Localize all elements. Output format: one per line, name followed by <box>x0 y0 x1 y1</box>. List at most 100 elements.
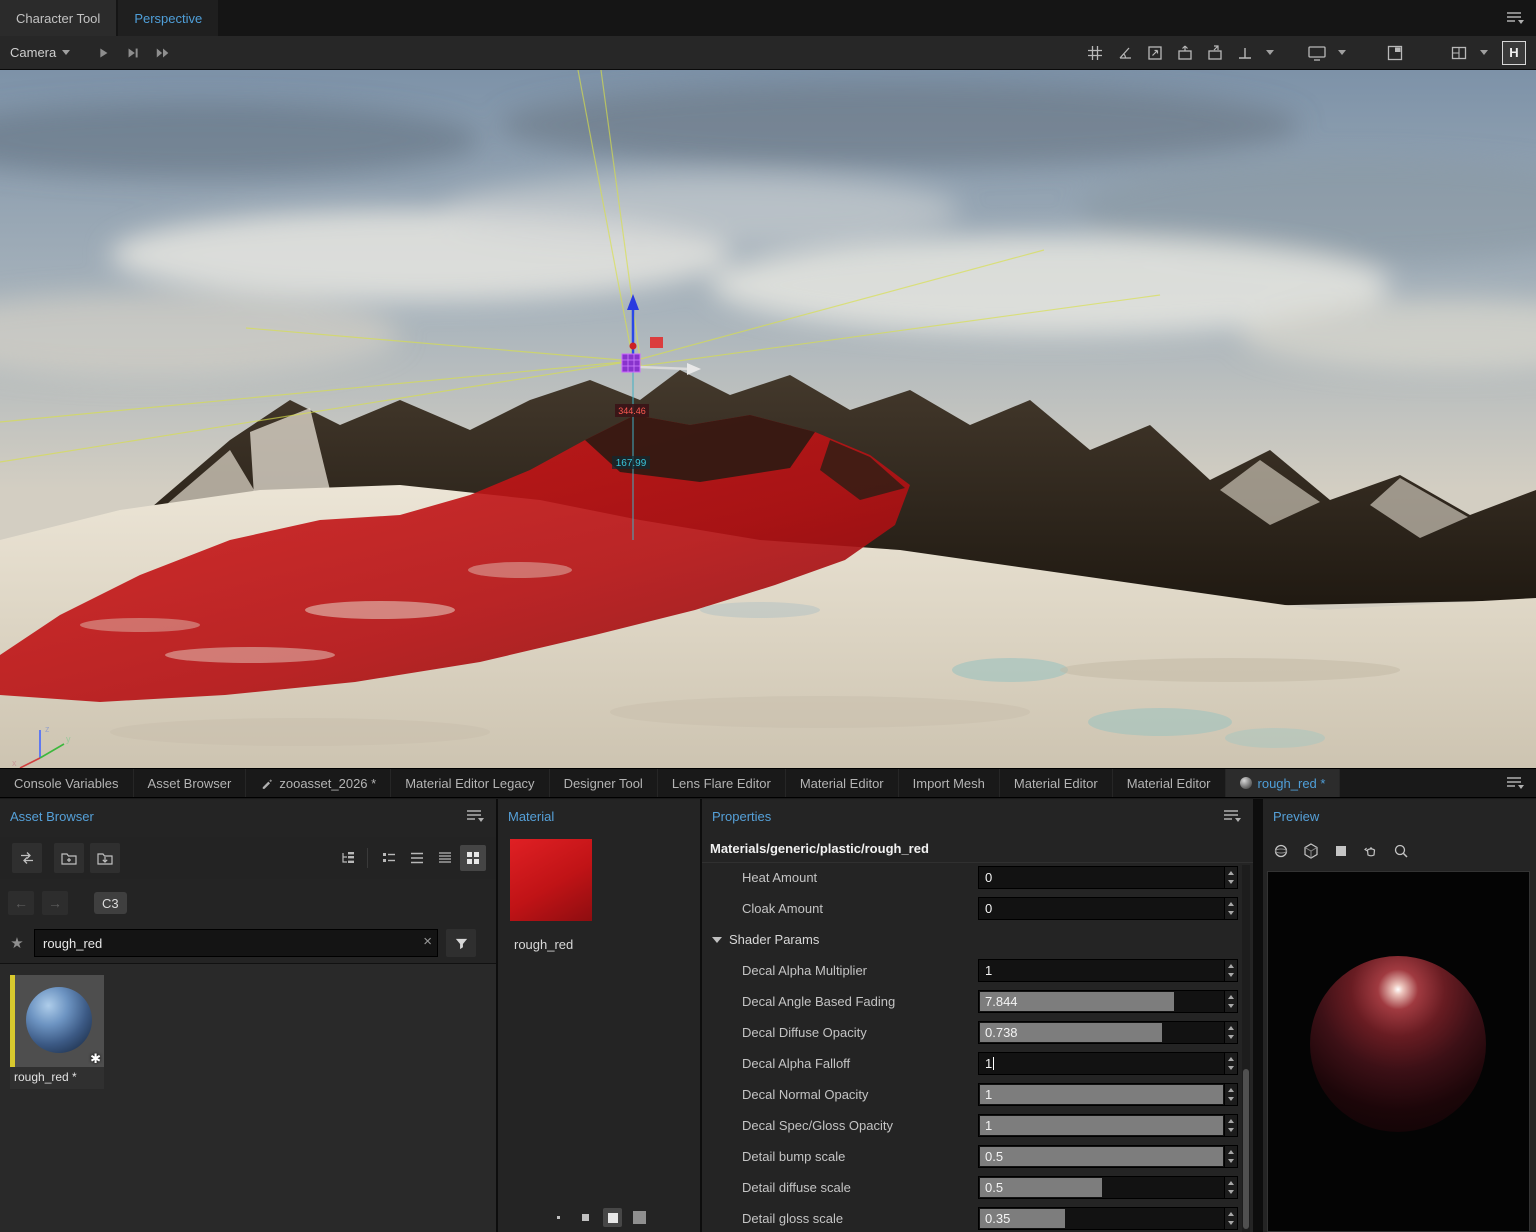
preview-plane-icon[interactable] <box>1329 839 1353 863</box>
thumbnail-grid-view-icon[interactable] <box>460 845 486 871</box>
spinner-control[interactable] <box>1224 1208 1237 1229</box>
viewport-layout-icon[interactable] <box>1446 40 1472 66</box>
property-label: Detail diffuse scale <box>742 1172 851 1203</box>
property-slider[interactable]: 0.5 <box>978 1176 1238 1199</box>
bottom-tab-material-editor-legacy[interactable]: Material Editor Legacy <box>391 769 549 797</box>
spinner-control[interactable] <box>1224 960 1237 981</box>
bottom-tab-designer-tool[interactable]: Designer Tool <box>550 769 658 797</box>
material-sphere-thumbnail <box>26 987 92 1053</box>
frame-object-icon[interactable] <box>1172 40 1198 66</box>
back-button[interactable]: ← <box>8 891 34 915</box>
property-slider[interactable]: 0.35 <box>978 1207 1238 1230</box>
favorites-filter-icon[interactable]: ★ <box>0 934 34 952</box>
properties-scrollbar[interactable] <box>1242 865 1250 1232</box>
new-folder-icon[interactable] <box>54 843 84 873</box>
viewport-3d-scene[interactable]: 344.46 167.99 z y x <box>0 70 1536 768</box>
bottom-tab-zooasset[interactable]: zooasset_2026 * <box>246 769 391 797</box>
detail-list-view-icon[interactable] <box>376 845 402 871</box>
spinner-control[interactable] <box>1224 1053 1237 1074</box>
preview-zoom-icon[interactable] <box>1389 839 1413 863</box>
spinner-control[interactable] <box>1224 1022 1237 1043</box>
property-field[interactable]: 1 <box>978 1052 1238 1075</box>
tab-character-tool[interactable]: Character Tool <box>0 0 116 36</box>
breadcrumb-folder-button[interactable]: C3 <box>94 892 127 914</box>
asset-browser-menu-icon[interactable] <box>464 807 486 825</box>
small-list-view-icon[interactable] <box>432 845 458 871</box>
display-options-chevron-icon[interactable] <box>1338 50 1346 55</box>
display-monitor-icon[interactable] <box>1304 40 1330 66</box>
snap-grid-icon[interactable] <box>1082 40 1108 66</box>
preview-sphere-icon[interactable] <box>1269 839 1293 863</box>
property-slider[interactable]: 7.844 <box>978 990 1238 1013</box>
property-slider[interactable]: 0.738 <box>978 1021 1238 1044</box>
zoom-region-icon[interactable] <box>1142 40 1168 66</box>
step-forward-icon[interactable] <box>120 40 146 66</box>
decal-size-label: 344.46 <box>615 404 649 417</box>
property-slider[interactable]: 1 <box>978 1114 1238 1137</box>
search-input[interactable] <box>34 929 438 957</box>
scrollbar-thumb[interactable] <box>1243 1069 1249 1229</box>
bottom-tab-console-variables[interactable]: Console Variables <box>0 769 134 797</box>
preview-teapot-icon[interactable] <box>1359 839 1383 863</box>
help-toggle-button[interactable]: H <box>1502 41 1526 65</box>
spinner-control[interactable] <box>1224 1115 1237 1136</box>
clear-search-icon[interactable]: × <box>423 933 432 951</box>
asset-item-rough-red[interactable]: ✱ rough_red * <box>10 975 104 1089</box>
bottom-tab-rough-red[interactable]: rough_red * <box>1226 769 1341 797</box>
bottom-tab-material-editor-2[interactable]: Material Editor <box>1000 769 1113 797</box>
material-preview-canvas[interactable] <box>1267 871 1530 1232</box>
asset-browser-nav: ← → C3 <box>0 883 496 923</box>
snap-options-chevron-icon[interactable] <box>1266 50 1274 55</box>
thumb-size-tiny-icon[interactable] <box>549 1208 568 1227</box>
frame-selected-icon[interactable] <box>1202 40 1228 66</box>
property-field[interactable]: 0 <box>978 897 1238 920</box>
tab-label: Asset Browser <box>148 776 232 791</box>
tab-perspective[interactable]: Perspective <box>118 0 218 36</box>
filter-button[interactable] <box>446 929 476 957</box>
thumb-size-large-icon[interactable] <box>630 1208 649 1227</box>
spinner-control[interactable] <box>1224 898 1237 919</box>
bottom-tab-lens-flare-editor[interactable]: Lens Flare Editor <box>658 769 786 797</box>
medium-list-view-icon[interactable] <box>404 845 430 871</box>
property-slider[interactable]: 0.5 <box>978 1145 1238 1168</box>
bottom-tab-asset-browser[interactable]: Asset Browser <box>134 769 247 797</box>
bottom-tab-material-editor-1[interactable]: Material Editor <box>786 769 899 797</box>
property-row-decal-angle-based-fading: Decal Angle Based Fading 7.844 <box>702 986 1253 1017</box>
snap-angle-icon[interactable] <box>1112 40 1138 66</box>
maximize-viewport-icon[interactable] <box>1382 40 1408 66</box>
tab-label: Material Editor <box>1127 776 1211 791</box>
spinner-control[interactable] <box>1224 1084 1237 1105</box>
property-row-decal-alpha-falloff: Decal Alpha Falloff 1 <box>702 1048 1253 1079</box>
camera-dropdown[interactable]: Camera <box>10 45 70 60</box>
sync-assets-icon[interactable] <box>12 843 42 873</box>
window-menu-icon[interactable] <box>1504 9 1526 27</box>
collapse-triangle-icon[interactable] <box>712 937 722 943</box>
play-icon[interactable] <box>90 40 116 66</box>
panel-splitter[interactable] <box>1253 799 1263 1232</box>
preview-cube-icon[interactable] <box>1299 839 1323 863</box>
thumb-size-small-icon[interactable] <box>576 1208 595 1227</box>
layout-chevron-icon[interactable] <box>1480 50 1488 55</box>
bottom-tab-material-editor-3[interactable]: Material Editor <box>1113 769 1226 797</box>
bottom-tab-strip: Console Variables Asset Browser zooasset… <box>0 768 1536 798</box>
property-group-shader-params[interactable]: Shader Params <box>702 924 1253 955</box>
material-swatch-rough-red[interactable] <box>510 839 592 921</box>
spinner-control[interactable] <box>1224 867 1237 888</box>
spinner-control[interactable] <box>1224 991 1237 1012</box>
spinner-control[interactable] <box>1224 1177 1237 1198</box>
fast-forward-icon[interactable] <box>150 40 176 66</box>
import-asset-icon[interactable] <box>90 843 120 873</box>
property-field[interactable]: 0 <box>978 866 1238 889</box>
properties-menu-icon[interactable] <box>1221 807 1243 825</box>
forward-button[interactable]: → <box>42 891 68 915</box>
spinner-control[interactable] <box>1224 1146 1237 1167</box>
property-field[interactable]: 1 <box>978 959 1238 982</box>
top-tab-bar: Character Tool Perspective <box>0 0 1536 36</box>
thumb-size-medium-icon[interactable] <box>603 1208 622 1227</box>
tree-view-icon[interactable] <box>335 845 361 871</box>
perpendicular-snap-icon[interactable] <box>1232 40 1258 66</box>
property-slider[interactable]: 1 <box>978 1083 1238 1106</box>
tab-strip-menu-icon[interactable] <box>1504 774 1526 792</box>
property-value: 7.844 <box>985 991 1018 1012</box>
bottom-tab-import-mesh[interactable]: Import Mesh <box>899 769 1000 797</box>
